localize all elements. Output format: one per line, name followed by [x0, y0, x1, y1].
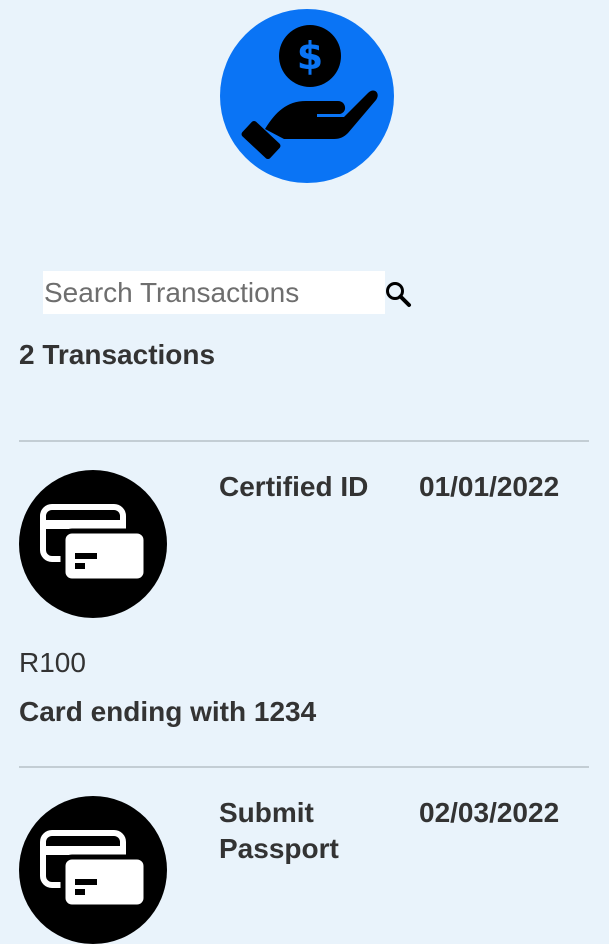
credit-cards-icon — [19, 470, 167, 618]
transaction-amount: R100 — [19, 647, 86, 678]
search-bar — [43, 271, 413, 314]
divider — [19, 440, 589, 442]
transaction-count: 2 Transactions — [19, 339, 216, 370]
credit-cards-icon — [19, 796, 167, 944]
transaction-card: Card ending with 1234 — [19, 696, 317, 727]
svg-text:$: $ — [297, 34, 323, 78]
transaction-date: 02/03/2022 — [419, 797, 560, 828]
search-icon[interactable] — [384, 280, 412, 308]
search-input[interactable] — [43, 271, 385, 314]
transaction-date: 01/01/2022 — [419, 471, 560, 502]
hand-holding-dollar-icon: $ — [220, 9, 394, 183]
transaction-name: Certified ID — [219, 471, 369, 502]
transaction-name: Submit Passport — [219, 797, 339, 864]
divider — [19, 766, 589, 768]
